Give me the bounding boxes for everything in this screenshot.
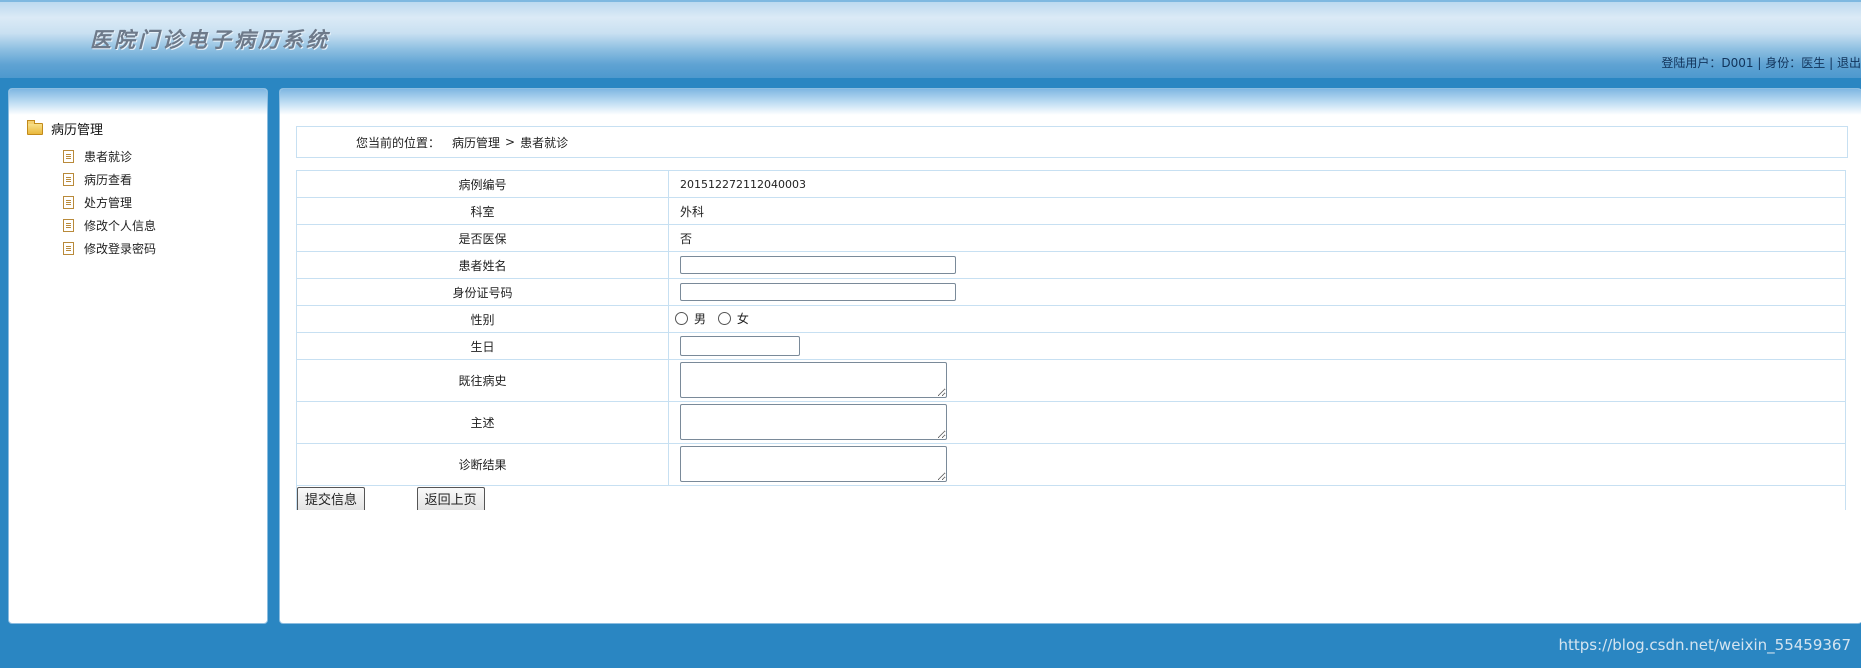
breadcrumb: 您当前的位置： 病历管理 > 患者就诊 bbox=[296, 126, 1848, 158]
form-row-case-no: 病例编号 201512272112040003 bbox=[296, 170, 1846, 198]
submit-button[interactable]: 提交信息 bbox=[297, 487, 366, 510]
folder-open-icon bbox=[27, 119, 43, 135]
form-row-dept: 科室 外科 bbox=[296, 197, 1846, 225]
patient-name-label: 患者姓名 bbox=[296, 251, 669, 279]
form-row-birthday: 生日 bbox=[296, 332, 1846, 360]
case-no-value: 201512272112040003 bbox=[668, 170, 1846, 198]
diagnosis-textarea[interactable] bbox=[680, 446, 947, 482]
sidebar-item-patient-visit[interactable]: 患者就诊 bbox=[63, 145, 156, 168]
patient-name-input[interactable] bbox=[680, 256, 956, 274]
sidebar: 病历管理 患者就诊 病历查看 处方管理 修改个人信息 修改登录密码 bbox=[8, 88, 268, 624]
birthday-label: 生日 bbox=[296, 332, 669, 360]
logout-link[interactable]: 退出 bbox=[1837, 56, 1861, 70]
dept-label: 科室 bbox=[296, 197, 669, 225]
menu-group-records[interactable]: 病历管理 bbox=[27, 119, 103, 138]
form-row-complaint: 主述 bbox=[296, 401, 1846, 444]
document-icon bbox=[63, 173, 74, 186]
diagnosis-label: 诊断结果 bbox=[296, 443, 669, 486]
form-row-history: 既往病史 bbox=[296, 359, 1846, 402]
sidebar-menu: 患者就诊 病历查看 处方管理 修改个人信息 修改登录密码 bbox=[63, 145, 156, 260]
document-icon bbox=[63, 219, 74, 232]
menu-group-label: 病历管理 bbox=[51, 123, 104, 138]
document-icon bbox=[63, 196, 74, 209]
dept-value: 外科 bbox=[668, 197, 1846, 225]
gender-male-radio[interactable] bbox=[675, 312, 688, 325]
gender-female-option[interactable]: 女 bbox=[717, 310, 749, 327]
sidebar-item-view-records[interactable]: 病历查看 bbox=[63, 168, 156, 191]
insurance-label: 是否医保 bbox=[296, 224, 669, 252]
sidebar-header bbox=[9, 89, 267, 115]
form-row-name: 患者姓名 bbox=[296, 251, 1846, 279]
main-header bbox=[280, 89, 1861, 115]
complaint-label: 主述 bbox=[296, 401, 669, 444]
breadcrumb-separator: > bbox=[505, 135, 516, 149]
login-label: 登陆用户： bbox=[1661, 56, 1722, 70]
form-row-id: 身份证号码 bbox=[296, 278, 1846, 306]
back-button[interactable]: 返回上页 bbox=[416, 487, 485, 510]
gender-male-option[interactable]: 男 bbox=[675, 310, 706, 327]
app-title: 医院门诊电子病历系统 bbox=[90, 27, 330, 52]
visit-form: 病例编号 201512272112040003 科室 外科 是否医保 否 患者姓… bbox=[296, 170, 1846, 510]
birthday-input[interactable] bbox=[680, 336, 800, 356]
sidebar-item-edit-profile[interactable]: 修改个人信息 bbox=[63, 214, 156, 237]
role-label: 身份： bbox=[1765, 56, 1802, 70]
watermark: https://blog.csdn.net/weixin_55459367 bbox=[1558, 636, 1851, 654]
history-textarea[interactable] bbox=[680, 362, 947, 398]
main-panel: 您当前的位置： 病历管理 > 患者就诊 病例编号 201512272112040… bbox=[279, 88, 1861, 624]
sidebar-item-change-password[interactable]: 修改登录密码 bbox=[63, 237, 156, 260]
header-band bbox=[0, 78, 1861, 88]
history-label: 既往病史 bbox=[296, 359, 669, 402]
sidebar-item-prescriptions[interactable]: 处方管理 bbox=[63, 191, 156, 214]
user-role: 医生 bbox=[1801, 56, 1826, 70]
breadcrumb-level2: 患者就诊 bbox=[520, 135, 569, 150]
user-id: D001 bbox=[1721, 56, 1754, 70]
header: 医院门诊电子病历系统 登陆用户：D001 | 身份：医生 | 退出 bbox=[0, 0, 1861, 80]
breadcrumb-level1: 病历管理 bbox=[452, 135, 501, 150]
form-row-insurance: 是否医保 否 bbox=[296, 224, 1846, 252]
form-row-actions: 提交信息 返回上页 bbox=[296, 485, 1846, 510]
id-number-label: 身份证号码 bbox=[296, 278, 669, 306]
breadcrumb-prefix: 您当前的位置： bbox=[356, 135, 441, 150]
gender-female-radio[interactable] bbox=[717, 312, 731, 325]
form-row-gender: 性别 男 女 bbox=[296, 305, 1846, 333]
form-row-diagnosis: 诊断结果 bbox=[296, 443, 1846, 486]
document-icon bbox=[63, 150, 74, 163]
document-icon bbox=[63, 242, 74, 255]
complaint-textarea[interactable] bbox=[680, 404, 947, 440]
case-no-label: 病例编号 bbox=[296, 170, 669, 198]
insurance-value: 否 bbox=[668, 224, 1846, 252]
gender-label: 性别 bbox=[296, 305, 669, 333]
user-info: 登陆用户：D001 | 身份：医生 | 退出 bbox=[1661, 56, 1861, 70]
id-number-input[interactable] bbox=[680, 283, 956, 301]
